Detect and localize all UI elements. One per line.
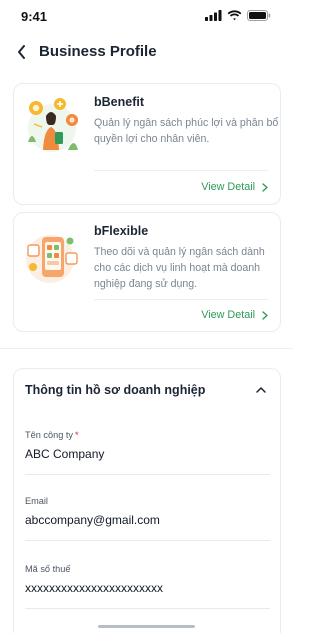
view-detail-link[interactable]: View Detail	[201, 309, 268, 321]
view-detail-link[interactable]: View Detail	[201, 181, 268, 193]
field-underline	[25, 540, 270, 541]
field-underline	[25, 608, 270, 609]
field-label: Email	[25, 496, 48, 506]
chevron-right-icon	[262, 310, 268, 320]
card-title: bFlexible	[94, 224, 149, 238]
company-name-value: ABC Company	[25, 447, 105, 461]
section-title: Thông tin hồ sơ doanh nghiệp	[25, 383, 206, 397]
status-bar: 9:41	[0, 0, 293, 32]
wifi-icon	[227, 10, 242, 21]
page-title: Business Profile	[39, 43, 157, 60]
chevron-right-icon	[262, 182, 268, 192]
field-label: Tên công ty *	[25, 430, 79, 440]
benefit-illustration	[28, 98, 78, 152]
top-nav-bar: Business Profile	[0, 32, 293, 72]
divider	[94, 299, 268, 300]
flexible-illustration	[26, 235, 78, 283]
card-description: Theo dõi và quản lý ngân sách dành cho c…	[94, 246, 265, 290]
card-title: bBenefit	[94, 95, 144, 109]
view-detail-label: View Detail	[201, 181, 255, 193]
chevron-left-icon[interactable]	[14, 42, 30, 62]
bbenefit-card[interactable]: bBenefit Quản lý ngân sách phúc lợi và p…	[13, 83, 281, 205]
field-label: Mã số thuế	[25, 564, 71, 574]
business-profile-section: Thông tin hồ sơ doanh nghiệp Tên công ty…	[13, 368, 281, 633]
email-value: abccompany@gmail.com	[25, 513, 160, 527]
divider	[94, 170, 268, 171]
status-time: 9:41	[21, 9, 48, 24]
bflexible-card[interactable]: bFlexible Theo dõi và quản lý ngân sách …	[13, 212, 281, 332]
view-detail-label: View Detail	[201, 309, 255, 321]
section-divider	[0, 348, 293, 349]
home-indicator	[98, 625, 195, 628]
status-icons	[205, 10, 271, 21]
chevron-up-icon[interactable]	[254, 383, 268, 397]
required-mark: *	[75, 430, 79, 440]
company-name-field[interactable]: Tên công ty * ABC Company	[25, 430, 270, 475]
field-underline	[25, 474, 270, 475]
tax-code-value: xxxxxxxxxxxxxxxxxxxxxxx	[25, 581, 163, 595]
tax-code-field[interactable]: Mã số thuế xxxxxxxxxxxxxxxxxxxxxxx	[25, 564, 270, 609]
email-field[interactable]: Email abccompany@gmail.com	[25, 496, 270, 541]
card-description: Quản lý ngân sách phúc lợi và phân bổ qu…	[94, 117, 279, 145]
signal-icon	[205, 10, 222, 21]
battery-icon	[247, 10, 271, 21]
